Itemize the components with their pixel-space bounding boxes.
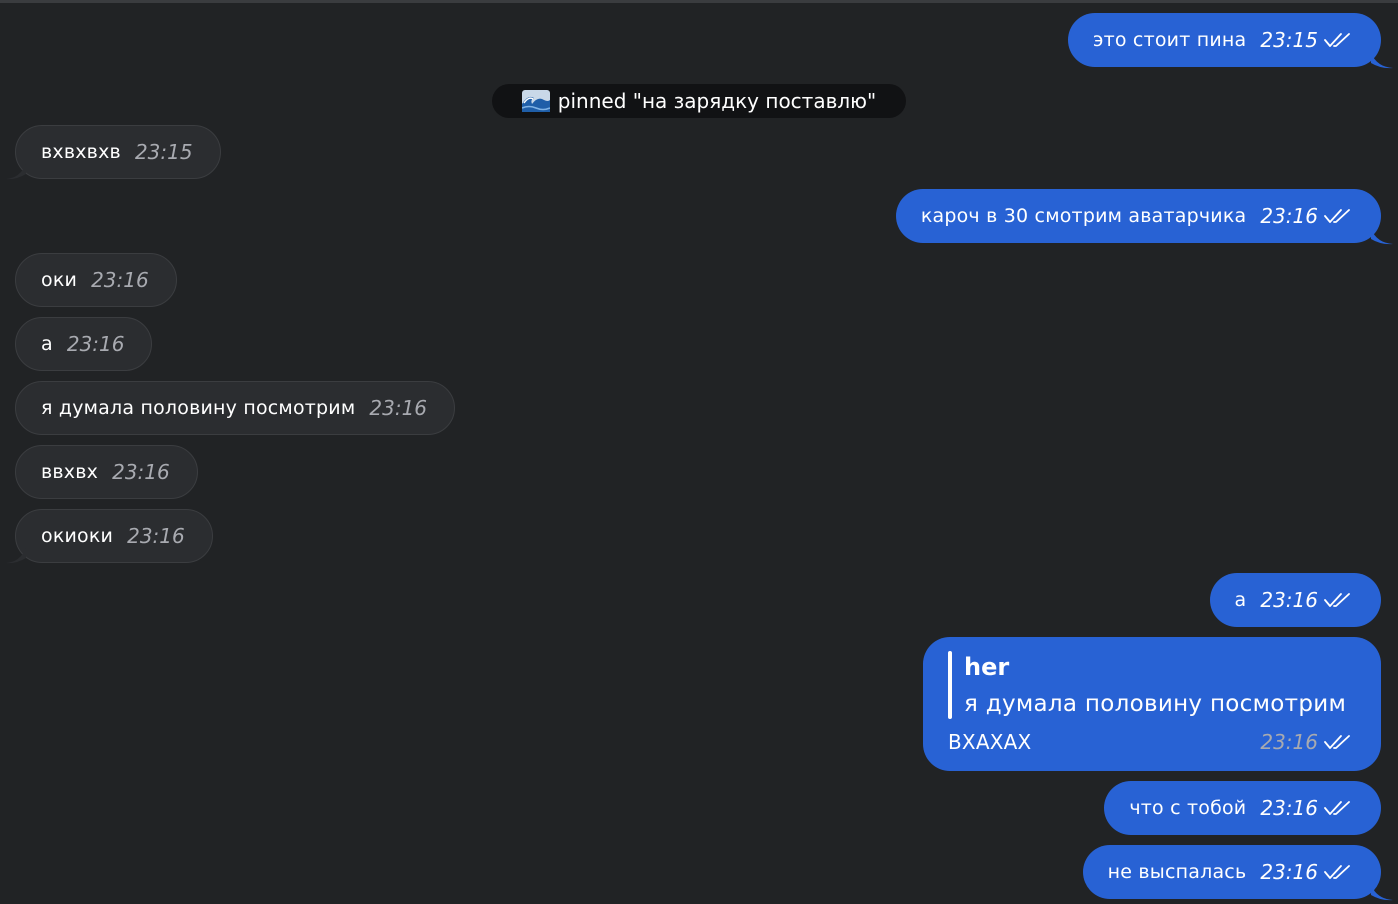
message-bubble-incoming[interactable]: я думала половину посмотрим 23:16 — [15, 381, 456, 435]
message-text: кароч в 30 смотрим аватарчика — [920, 205, 1247, 227]
message-bubble-outgoing[interactable]: не выспалась 23:16 — [1082, 845, 1393, 901]
message-text: я думала половину посмотрим — [41, 397, 356, 419]
double-check-icon — [1324, 865, 1350, 879]
message-bubble-outgoing[interactable]: это стоит пина 23:15 — [1067, 13, 1393, 69]
double-check-icon — [1324, 593, 1350, 607]
message-bubble-outgoing[interactable]: а 23:16 — [1209, 573, 1381, 627]
message-time: 23:15 — [1260, 28, 1318, 52]
message-time: 23:16 — [1260, 796, 1318, 820]
pinned-message-notice[interactable]: pinned "на зарядку поставлю" — [492, 84, 906, 118]
message-time: 23:16 — [91, 268, 149, 292]
message-time: 23:16 — [369, 396, 428, 420]
message-text: оки — [41, 269, 78, 291]
pinned-text: pinned "на зарядку поставлю" — [557, 89, 877, 113]
bubble-tail — [1371, 885, 1393, 901]
bubble-tail — [1371, 229, 1393, 245]
double-check-icon — [1324, 33, 1350, 47]
message-time: 23:16 — [1260, 204, 1318, 228]
message-bubble-outgoing-reply[interactable]: her я думала половину посмотрим ВХАХАХ 2… — [923, 637, 1381, 771]
message-bubble-incoming[interactable]: ввхвх 23:16 — [15, 445, 198, 499]
message-time: 23:16 — [127, 524, 185, 548]
bubble-tail — [1371, 53, 1393, 69]
message-meta: 23:16 — [1260, 730, 1354, 754]
message-time: 23:15 — [134, 140, 193, 164]
message-time: 23:16 — [112, 460, 170, 484]
bubble-tail — [6, 548, 26, 564]
reply-quote-text[interactable]: я думала половину посмотрим — [964, 691, 1346, 717]
message-text: не выспалась — [1107, 861, 1247, 883]
message-text: вхвхвхв — [41, 141, 121, 163]
message-text: это стоит пина — [1092, 29, 1247, 51]
message-bubble-incoming[interactable]: окиоки 23:16 — [6, 509, 213, 564]
double-check-icon — [1324, 735, 1350, 749]
reply-quote-author[interactable]: her — [964, 653, 1009, 681]
message-time: 23:16 — [66, 332, 125, 356]
bubble-tail — [6, 164, 26, 180]
double-check-icon — [1324, 209, 1350, 223]
message-bubble-outgoing[interactable]: что с тобой 23:16 — [1104, 781, 1381, 835]
message-bubble-incoming[interactable]: оки 23:16 — [15, 253, 177, 307]
water-wave-emoji-icon — [521, 90, 550, 112]
message-bubble-incoming[interactable]: вхвхвхв 23:15 — [6, 125, 221, 180]
message-text: а — [41, 333, 53, 355]
window-top-divider — [0, 0, 1398, 3]
message-text: ВХАХАХ — [948, 730, 1032, 754]
message-text: окиоки — [41, 525, 114, 547]
message-bubble-incoming[interactable]: а 23:16 — [15, 317, 153, 371]
message-time: 23:16 — [1260, 860, 1318, 884]
message-time: 23:16 — [1260, 730, 1318, 754]
message-text: что с тобой — [1129, 797, 1247, 819]
message-text: а — [1234, 589, 1247, 611]
message-text: ввхвх — [41, 461, 99, 483]
message-time: 23:16 — [1260, 588, 1318, 612]
message-bubble-outgoing[interactable]: кароч в 30 смотрим аватарчика 23:16 — [895, 189, 1393, 245]
reply-quote-bar — [948, 651, 952, 719]
double-check-icon — [1324, 801, 1350, 815]
